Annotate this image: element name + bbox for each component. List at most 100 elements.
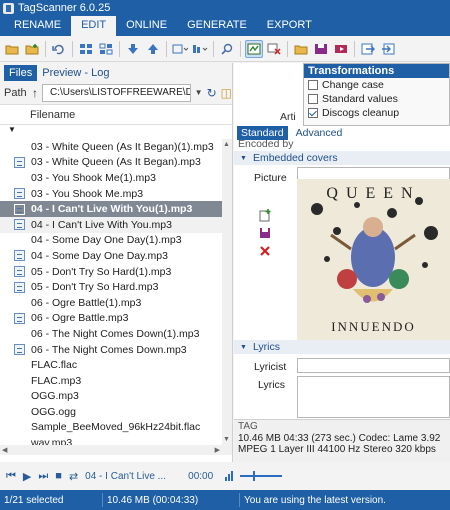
file-row[interactable]: 05 - Don't Try So Hard.mp3	[0, 279, 222, 295]
file-row[interactable]: 03 - You Shook Me.mp3	[0, 186, 222, 202]
file-row[interactable]: FLAC.mp3	[0, 373, 222, 389]
move-up-icon[interactable]	[144, 40, 162, 58]
lyrics-field[interactable]	[297, 376, 450, 418]
file-row[interactable]: 03 - You Shook Me(1).mp3	[0, 170, 222, 186]
menu-edit[interactable]: EDIT	[71, 16, 117, 36]
toolbar-separator	[45, 40, 46, 57]
file-row[interactable]: 06 - Ogre Battle.mp3	[0, 311, 222, 327]
transformation-item[interactable]: Change case	[304, 78, 449, 92]
file-row[interactable]: 06 - Ogre Battle(1).mp3	[0, 295, 222, 311]
search-icon[interactable]	[218, 40, 236, 58]
refresh-icon[interactable]: ↻	[207, 86, 217, 100]
file-name: OGG.mp3	[31, 390, 79, 403]
save-cover-icon[interactable]	[258, 226, 272, 240]
file-list-scrollbar[interactable]: ▲ ▼	[222, 139, 232, 445]
open-folder-icon[interactable]	[3, 40, 21, 58]
status-selected: 1/21 selected	[0, 493, 103, 507]
transformation-item[interactable]: Standard values	[304, 92, 449, 106]
transformation-item[interactable]: Discogs cleanup	[304, 106, 449, 120]
empty-icon	[14, 235, 25, 246]
columns-icon[interactable]	[191, 40, 209, 58]
transformation-label: Discogs cleanup	[322, 107, 400, 119]
embedded-covers-section[interactable]: ▼ Embedded covers	[234, 151, 450, 165]
save-icon[interactable]	[312, 40, 330, 58]
previous-icon[interactable]: ⏮	[6, 470, 16, 483]
cleanup-icon[interactable]	[245, 39, 263, 58]
status-message: You are using the latest version.	[244, 494, 386, 506]
now-playing[interactable]: 04 - I Can't Live ...	[85, 471, 181, 482]
tag-icon	[14, 281, 25, 293]
album-cover-image: QUEEN INNUENDO	[297, 179, 450, 343]
tab-advanced[interactable]: Advanced	[292, 126, 347, 140]
move-down-icon[interactable]	[124, 40, 142, 58]
remove-tag-icon[interactable]	[265, 40, 283, 58]
file-name: 04 - Some Day One Day.mp3	[31, 249, 168, 262]
lyrics-section[interactable]: ▼ Lyrics	[234, 340, 450, 354]
file-row[interactable]: 03 - White Queen (As It Began).mp3	[0, 155, 222, 171]
file-row[interactable]: FLAC.flac	[0, 357, 222, 373]
play-icon[interactable]	[332, 40, 350, 58]
file-row[interactable]: 03 - White Queen (As It Began)(1).mp3	[0, 139, 222, 155]
browse-folder-icon[interactable]: ◫	[221, 86, 232, 100]
tag-editor-panel: Transformations Change case Standard valu…	[234, 63, 450, 462]
playback-time: 00:00	[188, 470, 214, 482]
file-row[interactable]: 04 - Some Day One Day(1).mp3	[0, 233, 222, 249]
now-playing-title: 04 - I Can't Live ...	[85, 470, 166, 482]
undo-icon[interactable]	[50, 40, 68, 58]
file-row[interactable]: 05 - Don't Try So Hard(1).mp3	[0, 264, 222, 280]
file-row[interactable]: 04 - I Can't Live With You(1).mp3	[0, 201, 222, 217]
file-name: 05 - Don't Try So Hard.mp3	[31, 281, 159, 294]
embedded-covers-label: Embedded covers	[252, 152, 338, 164]
folder-icon[interactable]	[292, 40, 310, 58]
scroll-right-icon[interactable]: ▶	[215, 446, 220, 454]
add-folder-icon[interactable]	[23, 40, 41, 58]
lyrics-section-label: Lyrics	[252, 341, 280, 353]
tab-preview-log[interactable]: Preview - Log	[37, 65, 114, 81]
delete-cover-icon[interactable]	[258, 244, 272, 258]
select-all-icon[interactable]	[77, 40, 95, 58]
lyricist-field[interactable]	[297, 358, 450, 373]
path-dropdown-icon[interactable]: ▼	[195, 88, 203, 97]
add-cover-icon[interactable]	[258, 208, 272, 222]
sort-arrow-icon[interactable]: ▼	[8, 125, 16, 134]
repeat-icon[interactable]: ⇄	[69, 470, 78, 483]
next-icon[interactable]: ⏭	[38, 470, 48, 483]
file-row[interactable]: 06 - The Night Comes Down.mp3	[0, 342, 222, 358]
file-row[interactable]: wav.mp3	[0, 435, 222, 445]
export-icon[interactable]	[359, 40, 377, 58]
up-arrow-icon[interactable]: ↑	[32, 86, 38, 100]
file-row[interactable]: 04 - Some Day One Day.mp3	[0, 248, 222, 264]
import-icon[interactable]	[379, 40, 397, 58]
file-name: 03 - White Queen (As It Began).mp3	[31, 156, 201, 169]
checkbox[interactable]	[308, 94, 318, 104]
column-header-filename[interactable]: Filename	[0, 105, 232, 125]
file-name: 03 - You Shook Me(1).mp3	[31, 171, 156, 184]
toolbar-separator	[287, 40, 288, 57]
scroll-down-icon[interactable]: ▼	[223, 436, 230, 443]
file-row[interactable]: OGG.ogg	[0, 404, 222, 420]
stop-icon[interactable]: ■	[55, 470, 62, 482]
invert-selection-icon[interactable]	[97, 40, 115, 58]
path-input[interactable]: C:\Users\LISTOFFREEWARE\Desktop\	[42, 83, 191, 102]
horizontal-scrollbar[interactable]: ◀ ▶	[0, 445, 232, 455]
menu-rename[interactable]: RENAME	[4, 16, 71, 36]
play-icon[interactable]: ▶	[23, 470, 31, 483]
scroll-left-icon[interactable]: ◀	[2, 446, 7, 454]
volume-slider[interactable]	[240, 471, 283, 481]
file-row[interactable]: 06 - The Night Comes Down(1).mp3	[0, 326, 222, 342]
path-label: Path	[4, 86, 27, 99]
empty-icon	[14, 438, 25, 445]
file-row[interactable]: Sample_BeeMoved_96kHz24bit.flac	[0, 420, 222, 436]
menu-export[interactable]: EXPORT	[257, 16, 322, 36]
file-row[interactable]: 04 - I Can't Live With You.mp3	[0, 216, 222, 233]
file-name: FLAC.flac	[31, 359, 78, 372]
tab-files[interactable]: Files	[4, 65, 38, 81]
menu-online[interactable]: ONLINE	[116, 16, 177, 36]
file-row[interactable]: OGG.mp3	[0, 389, 222, 405]
checkbox[interactable]	[308, 108, 318, 118]
scroll-up-icon[interactable]: ▲	[223, 141, 230, 148]
tag-icon	[14, 312, 25, 324]
menu-generate[interactable]: GENERATE	[177, 16, 257, 36]
view-mode-icon[interactable]	[171, 40, 189, 58]
checkbox[interactable]	[308, 80, 318, 90]
